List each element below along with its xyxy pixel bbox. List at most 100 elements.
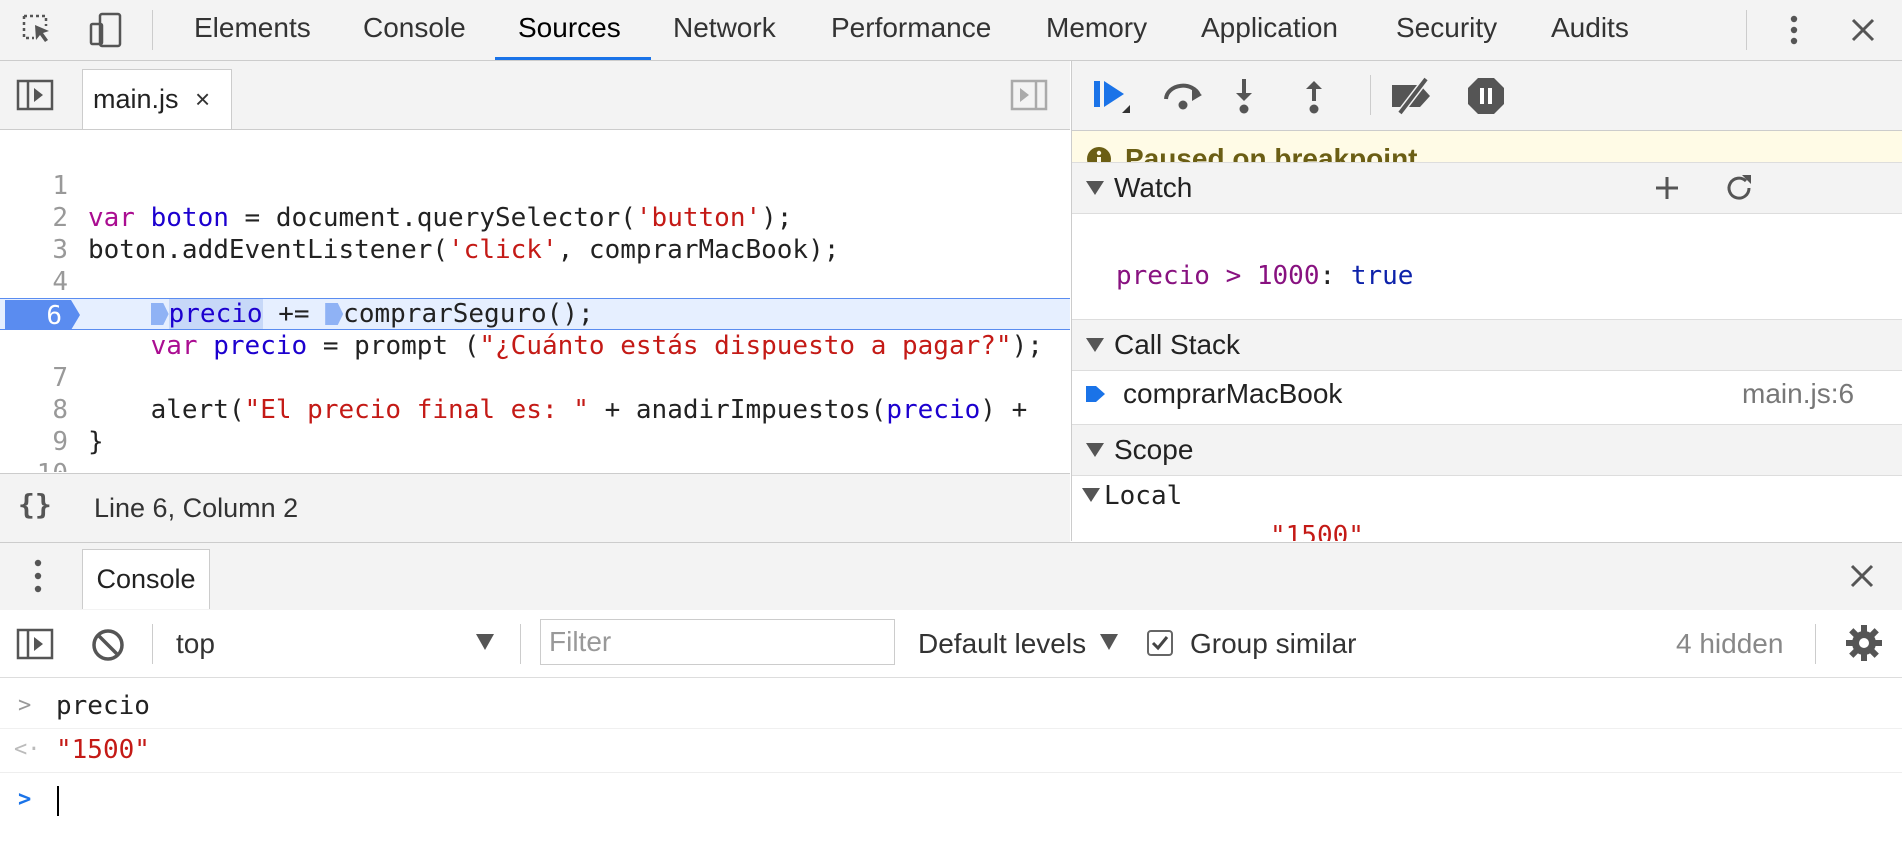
group-similar-checkbox[interactable] — [1147, 630, 1173, 656]
code-line: 7 alert("El precio final es: " + anadirI… — [0, 330, 1070, 425]
watch-value: true — [1350, 261, 1414, 291]
deactivate-breakpoints-icon[interactable] — [1388, 77, 1438, 115]
tab-application[interactable]: Application — [1201, 0, 1338, 60]
watch-expression[interactable]: precio > 1000: true — [1116, 259, 1413, 293]
code-line: 10 function comprarSeguro() { — [0, 426, 1070, 472]
hidden-messages-count: 4 hidden — [1676, 628, 1784, 659]
tab-elements[interactable]: Elements — [194, 0, 311, 60]
code-line: 4 function comprarMacBook() { — [0, 234, 1070, 329]
current-execution-line: 6 precio += comprarSeguro(); — [0, 298, 1070, 330]
add-watch-icon[interactable] — [1654, 175, 1680, 201]
toggle-navigator-icon[interactable] — [16, 79, 54, 111]
inline-breakpoint-icon[interactable] — [150, 303, 169, 325]
console-settings-gear-icon[interactable] — [1845, 624, 1883, 662]
call-stack-title: Call Stack — [1114, 329, 1241, 360]
dropdown-arrow-icon — [476, 634, 494, 650]
toolbar-divider — [1370, 75, 1371, 115]
context-value: top — [176, 628, 215, 659]
code-text: precio += comprarSeguro(); — [88, 298, 594, 330]
collapse-triangle-icon — [1086, 181, 1104, 195]
call-stack-section-header[interactable]: Call Stack — [1072, 319, 1902, 371]
log-levels-dropdown[interactable]: Default levels — [916, 620, 1126, 666]
close-tab-icon[interactable]: × — [195, 70, 210, 128]
frame-function-name: comprarMacBook — [1123, 378, 1343, 409]
drawer-tabbar — [0, 542, 1902, 611]
console-result-entry: <· "1500" — [0, 728, 1902, 773]
file-tab-label: main.js — [93, 84, 179, 114]
cursor-position: Line 6, Column 2 — [94, 493, 299, 523]
frame-location[interactable]: main.js:6 — [1742, 378, 1854, 410]
console-input-entry: > precio — [0, 684, 1902, 729]
code-line: 11 var seguro = confirm("¿Quieres seguro… — [0, 458, 1070, 472]
console-result-value: "1500" — [56, 735, 150, 765]
resume-icon[interactable] — [1092, 77, 1136, 115]
watch-section-header[interactable]: Watch — [1072, 162, 1902, 214]
tab-console[interactable]: Console — [363, 0, 466, 60]
debugger-sidebar: Paused on breakpoint Watch precio > 1000… — [1071, 61, 1902, 541]
close-devtools-icon[interactable] — [1843, 10, 1883, 50]
current-frame-arrow-icon — [1086, 383, 1106, 405]
step-over-icon[interactable] — [1162, 81, 1206, 111]
collapse-triangle-icon — [1086, 443, 1104, 457]
devtools-tabbar: Elements Console Sources Network Perform… — [0, 0, 1902, 61]
breakpoint-marker[interactable]: 6 — [5, 300, 80, 330]
console-input-text: precio — [56, 691, 150, 721]
toolbar-divider — [152, 10, 153, 50]
console-filter-input[interactable]: Filter — [540, 619, 895, 665]
toolbar-divider — [152, 624, 153, 664]
tab-sources[interactable]: Sources — [495, 0, 651, 60]
result-arrow-icon: <· — [14, 737, 41, 762]
refresh-watch-icon[interactable] — [1724, 173, 1754, 203]
tab-security[interactable]: Security — [1396, 0, 1497, 60]
log-levels-label: Default levels — [918, 628, 1087, 659]
console-toolbar: top Default levels Group similar 4 hidde… — [0, 610, 1902, 678]
file-tab-main-js[interactable]: main.js × — [82, 69, 232, 129]
close-drawer-icon[interactable] — [1849, 563, 1875, 589]
input-prompt-icon: > — [18, 693, 32, 718]
text-cursor — [57, 786, 59, 816]
watch-title: Watch — [1114, 172, 1193, 203]
collapse-triangle-icon — [1082, 488, 1100, 502]
toolbar-divider — [520, 624, 521, 664]
tab-network[interactable]: Network — [673, 0, 776, 60]
step-out-icon[interactable] — [1302, 77, 1326, 115]
scope-title: Scope — [1114, 434, 1194, 465]
drawer-menu-icon[interactable] — [34, 559, 42, 593]
code-editor[interactable]: 1 var boton = document.querySelector('bu… — [0, 130, 1070, 472]
pause-on-exceptions-icon[interactable] — [1466, 76, 1506, 116]
context-selector[interactable]: top — [172, 620, 502, 666]
call-frame[interactable]: comprarMacBook main.js:6 — [1072, 371, 1902, 417]
show-sidebar-icon[interactable] — [16, 628, 54, 660]
code-line: 2 boton.addEventListener('click', compra… — [0, 170, 1070, 265]
scope-section-header[interactable]: Scope — [1072, 424, 1902, 476]
device-toolbar-icon[interactable] — [86, 10, 126, 50]
local-scope-title: Local — [1104, 481, 1183, 511]
code-line: 9 — [0, 394, 1070, 457]
console-prompt-line[interactable]: > — [0, 778, 1902, 822]
editor-statusbar: {} Line 6, Column 2 — [0, 473, 1070, 542]
scope-variable-value: "1500" — [1270, 521, 1364, 541]
code-line: 5 var precio = prompt ("¿Cuánto estás di… — [0, 266, 1070, 361]
collapse-triangle-icon — [1086, 338, 1104, 352]
inspect-element-icon[interactable] — [18, 10, 58, 50]
watch-expression-text: precio > 1000 — [1116, 261, 1320, 291]
drawer-tab-console[interactable]: Console — [82, 549, 210, 609]
scope-local-header[interactable]: Local — [1072, 476, 1182, 516]
dropdown-arrow-icon — [1100, 634, 1118, 650]
debugger-toolbar — [1072, 61, 1902, 131]
group-similar-label[interactable]: Group similar — [1190, 628, 1356, 660]
tab-performance[interactable]: Performance — [831, 0, 991, 60]
inline-breakpoint-icon[interactable] — [325, 303, 344, 325]
step-into-icon[interactable] — [1232, 77, 1256, 115]
pretty-print-icon[interactable]: {} — [18, 488, 52, 521]
code-line: 3 — [0, 202, 1070, 265]
prompt-chevron-icon: > — [18, 787, 32, 812]
code-line: 1 var boton = document.querySelector('bu… — [0, 138, 1070, 233]
tab-memory[interactable]: Memory — [1046, 0, 1147, 60]
toggle-debugger-icon[interactable] — [1010, 79, 1048, 111]
clear-console-icon[interactable] — [91, 628, 125, 662]
more-vertical-icon[interactable] — [1774, 10, 1814, 50]
toolbar-divider — [1746, 10, 1747, 50]
tab-audits[interactable]: Audits — [1551, 0, 1629, 60]
toolbar-divider — [1815, 624, 1816, 664]
